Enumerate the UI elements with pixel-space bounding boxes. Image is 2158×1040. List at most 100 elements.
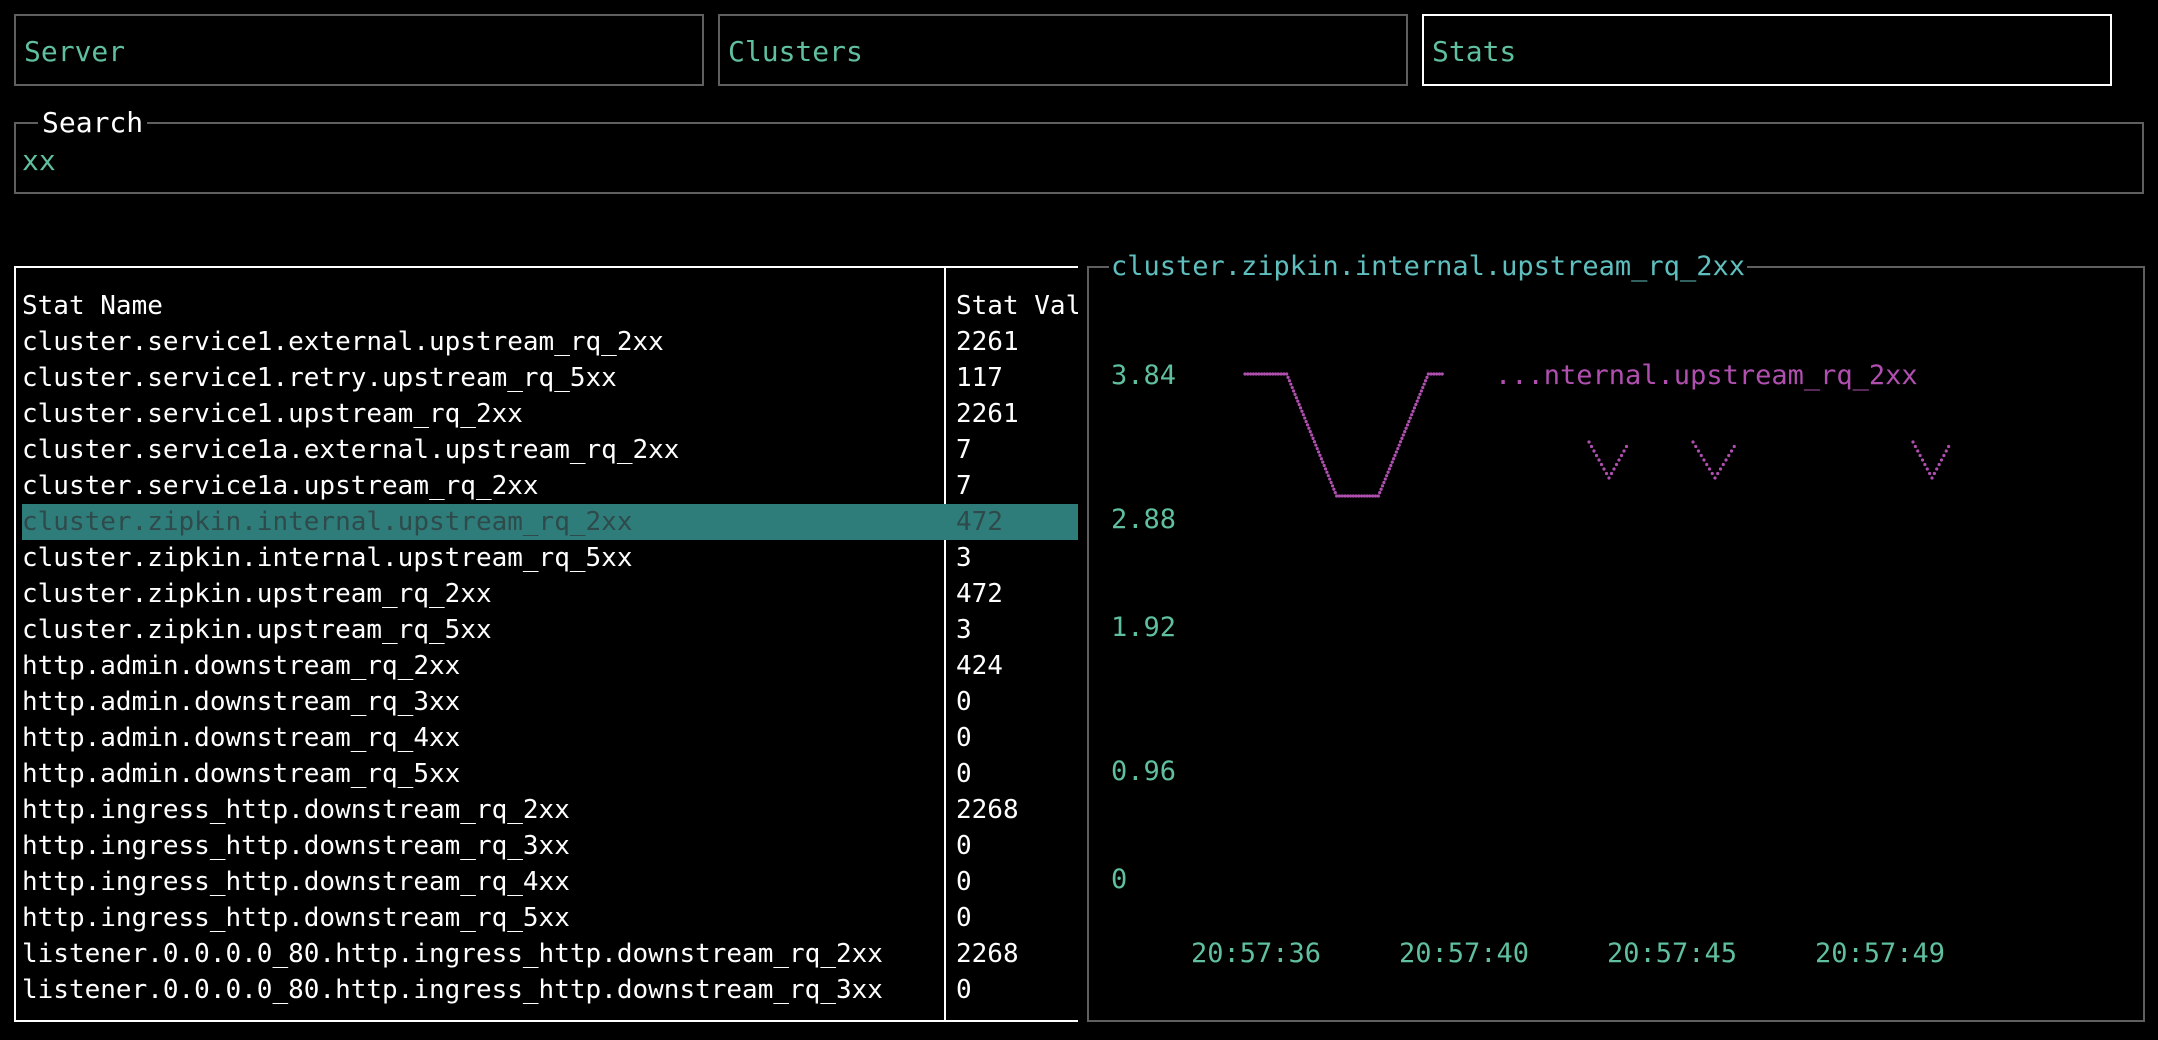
series-point (1289, 382, 1293, 386)
stat-value: 2261 (956, 399, 1019, 429)
table-row[interactable]: cluster.zipkin.upstream_rq_2xx 472 (22, 576, 1078, 612)
stat-value: 117 (956, 363, 1003, 393)
table-row[interactable]: cluster.service1.external.upstream_rq_2x… (22, 324, 1078, 360)
series-point (1592, 449, 1596, 453)
table-row[interactable]: cluster.service1.upstream_rq_2xx 2261 (22, 396, 1078, 432)
series-point (1268, 372, 1272, 376)
table-row[interactable]: cluster.service1.retry.upstream_rq_5xx 11… (22, 360, 1078, 396)
stat-value: 0 (956, 723, 972, 753)
series-point (1317, 450, 1321, 454)
series-point (1607, 476, 1611, 480)
table-row[interactable]: http.ingress_http.downstream_rq_5xx 0 (22, 900, 1078, 936)
series-point (1716, 471, 1720, 476)
tab-server[interactable]: Server (14, 14, 704, 86)
series-point (1335, 494, 1339, 498)
stat-name: http.admin.downstream_rq_5xx (22, 759, 461, 789)
series-point (1379, 487, 1383, 491)
table-row[interactable]: http.admin.downstream_rq_4xx 0 (22, 720, 1078, 756)
series-point (1357, 494, 1361, 498)
series-point (1415, 399, 1419, 403)
series-point (1435, 372, 1439, 376)
series-point (1421, 385, 1425, 390)
series-point (1437, 372, 1442, 376)
series-point (1426, 372, 1430, 376)
series-point (1362, 494, 1367, 498)
series-point (1333, 491, 1337, 495)
table-row[interactable]: http.ingress_http.downstream_rq_3xx 0 (22, 828, 1078, 864)
header-stat-value: Stat Val (956, 291, 1078, 321)
series-point (1257, 372, 1261, 376)
series-point (1408, 416, 1412, 420)
series-point (1383, 477, 1387, 481)
table-row[interactable]: http.admin.downstream_rq_2xx 424 (22, 648, 1078, 684)
stat-value: 3 (956, 615, 972, 645)
series-point (1303, 416, 1307, 420)
stat-value: 2268 (956, 795, 1019, 825)
table-row[interactable]: cluster.zipkin.upstream_rq_5xx 3 (22, 612, 1078, 648)
table-row[interactable]: http.ingress_http.downstream_rq_2xx 2268 (22, 792, 1078, 828)
table-row[interactable]: http.admin.downstream_rq_3xx 0 (22, 684, 1078, 720)
stat-name: cluster.zipkin.upstream_rq_5xx (22, 615, 492, 645)
series-point (1292, 389, 1296, 393)
series-point (1702, 458, 1706, 462)
stat-name: http.admin.downstream_rq_3xx (22, 687, 461, 717)
stat-value: 7 (956, 471, 972, 501)
table-row[interactable]: cluster.zipkin.internal.upstream_rq_5xx 3 (22, 540, 1078, 576)
stat-value: 0 (956, 831, 972, 861)
series-point (1423, 379, 1428, 383)
series-point (1407, 419, 1411, 424)
series-point (1394, 450, 1398, 454)
series-point (1282, 372, 1286, 376)
series-point (1389, 463, 1393, 468)
stat-value: 0 (956, 759, 972, 789)
series-point (1318, 453, 1322, 457)
table-row[interactable]: listener.0.0.0.0_80.http.ingress_http.do… (22, 936, 1078, 972)
series-point (1298, 406, 1303, 410)
series-point (1724, 458, 1728, 462)
table-row[interactable]: cluster.zipkin.internal.upstream_rq_2xx 4… (22, 504, 1078, 540)
series-point (1360, 494, 1364, 498)
series-point (1392, 457, 1396, 461)
series-point (1323, 467, 1328, 471)
series-point (1419, 389, 1423, 393)
series-point (1310, 433, 1314, 437)
header-stat-name: Stat Name (22, 291, 163, 321)
series-point (1340, 494, 1344, 498)
series-point (1920, 458, 1925, 462)
search-panel: Search (14, 108, 2144, 194)
series-point (1305, 423, 1310, 427)
table-row[interactable]: cluster.service1a.external.upstream_rq_2… (22, 432, 1078, 468)
series-point (1403, 430, 1407, 434)
series-point (1440, 372, 1444, 376)
table-row[interactable]: listener.0.0.0.0_80.http.ingress_http.do… (22, 972, 1078, 1008)
series-point (1337, 494, 1342, 498)
tab-stats[interactable]: Stats (1422, 14, 2112, 86)
table-row[interactable]: http.ingress_http.downstream_rq_4xx 0 (22, 864, 1078, 900)
series-point (1404, 426, 1408, 430)
series-point (1947, 444, 1951, 449)
series-point (1382, 480, 1386, 485)
series-point (1286, 375, 1290, 379)
series-point (1422, 382, 1426, 386)
table-row[interactable]: http.admin.downstream_rq_5xx 0 (22, 756, 1078, 792)
stat-name: http.ingress_http.downstream_rq_5xx (22, 903, 570, 933)
search-input[interactable] (22, 144, 2122, 177)
series-point (1925, 467, 1929, 471)
stat-value: 2268 (956, 939, 1019, 969)
series-point (1346, 494, 1350, 498)
series-point (1944, 449, 1948, 453)
series-point (1939, 458, 1944, 462)
series-point (1243, 372, 1247, 376)
series-point (1297, 402, 1301, 407)
table-row[interactable]: cluster.service1a.upstream_rq_2xx 7 (22, 468, 1078, 504)
series-point (1246, 372, 1250, 376)
stat-value: 2261 (956, 327, 1019, 357)
series-point (1390, 460, 1394, 464)
stat-value: 0 (956, 903, 972, 933)
series-point (1594, 453, 1599, 458)
series-point (1330, 484, 1335, 488)
series-point (1597, 458, 1601, 462)
tab-clusters[interactable]: Clusters (718, 14, 1408, 86)
series-point (1326, 474, 1330, 478)
series-point (1348, 494, 1353, 498)
